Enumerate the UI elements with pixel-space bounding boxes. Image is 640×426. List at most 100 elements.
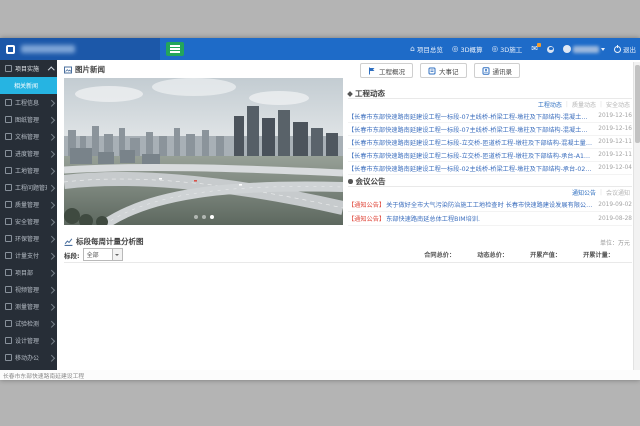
sidebar-item-17[interactable]: 设计管理: [0, 332, 57, 349]
tab-label: 大事记: [439, 66, 459, 76]
announcement-date: 2019-08-28: [598, 216, 632, 222]
menu-icon: [5, 133, 12, 140]
section-select-value: 全部: [84, 250, 112, 259]
sidebar-item-9[interactable]: 质量管理: [0, 196, 57, 213]
chevron-icon: [48, 100, 54, 106]
mail-icon[interactable]: ✉: [531, 45, 538, 53]
carousel-dot-3[interactable]: [210, 215, 214, 219]
menu-icon: [5, 303, 12, 310]
section-bullet-icon: [347, 91, 353, 97]
news-carousel[interactable]: [64, 78, 343, 225]
sidebar-item-11[interactable]: 环保管理: [0, 230, 57, 247]
sidebar-toggle-button[interactable]: [166, 42, 184, 56]
sidebar-item-label: 工地管理: [15, 166, 39, 175]
vertical-scrollbar[interactable]: [633, 62, 640, 370]
sidebar-item-label: 视频管理: [15, 285, 39, 294]
chevron-icon: [48, 202, 54, 208]
carousel-pagination: [64, 215, 343, 219]
menu-icon: [5, 320, 12, 327]
sidebar-item-label: 工程问题管理: [15, 183, 47, 192]
update-row-2[interactable]: 【长春市东部快速路南延建设工程一标段-07主线桥-桥梁工程-墩柱及下部结构-混凝…: [348, 123, 632, 136]
update-row-3[interactable]: 【长春市东部快速路南延建设工程二标段-立交桥-匝道桥工程-墩柱及下部结构-混凝土…: [348, 136, 632, 149]
chevron-icon: [48, 151, 54, 157]
image-icon: [64, 66, 72, 74]
sidebar-item-1[interactable]: 项目实施: [0, 60, 57, 77]
sidebar-item-15[interactable]: 测量管理: [0, 298, 57, 315]
sidebar-item-label: 移动办公: [15, 353, 39, 362]
chart-icon: [64, 237, 73, 246]
updates-link-1[interactable]: 工程动态: [538, 100, 562, 109]
announcements-link-1[interactable]: 通知公告: [572, 188, 596, 197]
updates-link-2[interactable]: 质量动态: [572, 100, 596, 109]
user-icon[interactable]: [547, 46, 554, 53]
update-row-4[interactable]: 【长春市东部快速路南延建设工程二标段-立交桥-匝道桥工程-墩柱及下部结构-承台-…: [348, 149, 632, 162]
sidebar-item-16[interactable]: 试验检测: [0, 315, 57, 332]
tab-1[interactable]: 工程概况: [360, 63, 413, 78]
analysis-controls: 标段: 全部 合同总价：动态总价：开累产值：开累计量：: [64, 248, 632, 261]
updates-link-3[interactable]: 安全动态: [606, 100, 630, 109]
picture-news-header: 图片新闻: [64, 64, 105, 75]
contacts-icon: [482, 67, 490, 75]
sidebar-item-12[interactable]: 计量支付: [0, 247, 57, 264]
cube-icon: ◎: [492, 45, 499, 53]
top-nav-item-1[interactable]: ⌂项目总览: [410, 44, 443, 54]
sidebar-item-6[interactable]: 进度管理: [0, 145, 57, 162]
sidebar-item-3[interactable]: 工程信息: [0, 94, 57, 111]
chevron-icon: [48, 253, 54, 259]
scrollbar-thumb[interactable]: [635, 65, 640, 143]
sidebar-item-2[interactable]: 相关新闻: [0, 77, 57, 94]
chevron-icon: [48, 117, 54, 123]
total-label-4: 开累计量：: [583, 250, 614, 259]
city-aerial-photo: [64, 78, 343, 225]
carousel-dot-1[interactable]: [194, 215, 198, 219]
notification-badge: [537, 43, 541, 47]
divider: [348, 98, 632, 99]
menu-icon: [5, 218, 12, 225]
cube-icon: ◎: [452, 45, 459, 53]
chevron-down-icon: [601, 48, 605, 51]
sidebar-item-7[interactable]: 工地管理: [0, 162, 57, 179]
sidebar-item-8[interactable]: 工程问题管理: [0, 179, 57, 196]
top-nav-label: 项目总览: [417, 44, 443, 54]
logo-text-blurred: [21, 45, 75, 53]
sidebar-item-14[interactable]: 视频管理: [0, 281, 57, 298]
chevron-icon: [48, 236, 54, 242]
update-row-1[interactable]: 【长春市东部快速路南延建设工程一标段-07主线桥-桥梁工程-墩柱及下部结构-混凝…: [348, 110, 632, 123]
top-nav-item-2[interactable]: ◎3D概算: [452, 44, 483, 54]
announcements-link-2[interactable]: 会议通知: [606, 188, 630, 197]
update-link: 【长春市东部快速路南延建设工程二标段-立交桥-匝道桥工程-墩柱及下部结构-承台-…: [348, 151, 592, 160]
sidebar-item-10[interactable]: 安全管理: [0, 213, 57, 230]
chevron-icon: [48, 219, 54, 225]
logout-button[interactable]: 退出: [614, 44, 636, 54]
section-select[interactable]: 全部: [83, 248, 123, 261]
update-row-5[interactable]: 【长春市东部快速路南延建设工程一标段-02主线桥-桥梁工程-墩柱及下部结构-承台…: [348, 162, 632, 175]
sidebar-item-13[interactable]: 项目部: [0, 264, 57, 281]
sidebar-item-18[interactable]: 移动办公: [0, 349, 57, 366]
tab-3[interactable]: 通讯录: [474, 63, 521, 78]
announcement-row-1[interactable]: 【通知公告】关于做好全市大气污染防治施工工地检查时 长春市快速路建设发展有限公司…: [348, 198, 632, 212]
sidebar-item-4[interactable]: 图纸管理: [0, 111, 57, 128]
top-navbar: ⌂项目总览◎3D概算◎3D施工✉退出: [0, 38, 640, 60]
chevron-icon: [48, 270, 54, 276]
tab-label: 工程概况: [379, 66, 405, 76]
user-account[interactable]: [563, 45, 605, 53]
menu-icon: [5, 65, 12, 72]
analysis-unit: 单位：万元: [600, 238, 630, 247]
updates-list: 【长春市东部快速路南延建设工程一标段-07主线桥-桥梁工程-墩柱及下部结构-混凝…: [348, 110, 632, 175]
announcement-row-2[interactable]: 【通知公告】东部快速路南延总体工程BIM培训.2019-08-28: [348, 212, 632, 226]
sidebar-item-label: 试验检测: [15, 319, 39, 328]
carousel-dot-2[interactable]: [202, 215, 206, 219]
sidebar-item-5[interactable]: 文档管理: [0, 128, 57, 145]
sidebar-item-label: 计量支付: [15, 251, 39, 260]
tab-2[interactable]: 大事记: [420, 63, 467, 78]
quick-tabs: 工程概况 大事记 通讯录: [360, 63, 520, 78]
chevron-down-icon: [112, 249, 122, 260]
top-nav-label: 3D施工: [500, 44, 522, 54]
update-link: 【长春市东部快速路南延建设工程一标段-02主线桥-桥梁工程-墩柱及下部结构-承台…: [348, 164, 592, 173]
menu-icon: [5, 354, 12, 361]
top-nav-item-3[interactable]: ◎3D施工: [492, 44, 523, 54]
sidebar-item-label: 测量管理: [15, 302, 39, 311]
update-date: 2019-12-16: [598, 113, 632, 119]
menu-icon: [5, 150, 12, 157]
update-link: 【长春市东部快速路南延建设工程一标段-07主线桥-桥梁工程-墩柱及下部结构-混凝…: [348, 112, 592, 121]
